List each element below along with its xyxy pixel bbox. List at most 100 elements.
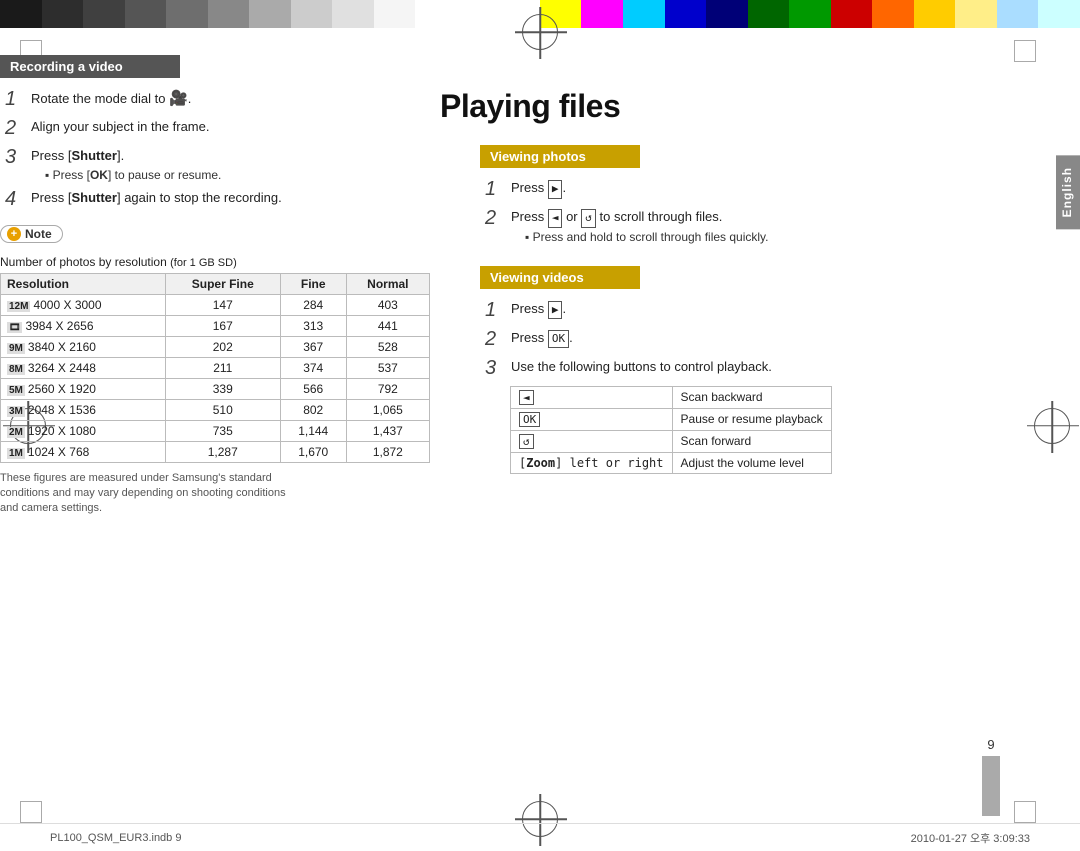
- sf-cell: 167: [165, 315, 280, 336]
- table-row: 1M1024 X 768 1,287 1,670 1,872: [1, 441, 430, 462]
- vv-step-3: 3 Use the following buttons to control p…: [480, 357, 980, 380]
- control-row: ◄ Scan backward: [511, 386, 832, 408]
- vp-step-1: 1 Press ▶.: [480, 178, 980, 201]
- res-cell: 5M2560 X 1920: [1, 378, 166, 399]
- step-4-number: 4: [5, 188, 27, 211]
- sf-cell: 735: [165, 420, 280, 441]
- f-cell: 367: [280, 336, 346, 357]
- step-4: 4 Press [Shutter] again to stop the reco…: [0, 188, 430, 211]
- res-cell: 9M3840 X 2160: [1, 336, 166, 357]
- swatch-9: [332, 0, 374, 28]
- sf-cell: 211: [165, 357, 280, 378]
- corner-reg-tr: [1014, 40, 1036, 62]
- bottom-bar: PL100_QSM_EUR3.indb 9 2010-01-27 오후 3:09…: [0, 823, 1080, 851]
- col-normal: Normal: [346, 273, 429, 294]
- sf-cell: 1,287: [165, 441, 280, 462]
- res-cell: 🎞3984 X 2656: [1, 315, 166, 336]
- table-row: 8M3264 X 2448 211 374 537: [1, 357, 430, 378]
- swatch-lightyellow: [955, 0, 997, 28]
- col-fine: Fine: [280, 273, 346, 294]
- vp-step-2-number: 2: [485, 207, 507, 230]
- f-cell: 1,144: [280, 420, 346, 441]
- swatch-cyan: [623, 0, 665, 28]
- f-cell: 284: [280, 294, 346, 315]
- swatch-11: [415, 0, 457, 28]
- step-2-number: 2: [5, 117, 27, 140]
- sf-cell: 202: [165, 336, 280, 357]
- n-cell: 537: [346, 357, 429, 378]
- step-1-number: 1: [5, 88, 27, 111]
- viewing-videos-section: Viewing videos 1 Press ▶. 2 Press OK. 3 …: [480, 266, 980, 474]
- ctrl-desc: Adjust the volume level: [672, 452, 831, 473]
- n-cell: 792: [346, 378, 429, 399]
- swatch-magenta: [581, 0, 623, 28]
- step-2-content: Align your subject in the frame.: [31, 117, 430, 137]
- swatch-gold: [914, 0, 956, 28]
- table-row: 12M4000 X 3000 147 284 403: [1, 294, 430, 315]
- swatch-10: [374, 0, 416, 28]
- bottom-left-text: PL100_QSM_EUR3.indb 9: [50, 832, 181, 844]
- step-1: 1 Rotate the mode dial to 🎥.: [0, 88, 430, 111]
- page-title: Playing files: [440, 88, 620, 125]
- swatch-lightblue: [997, 0, 1039, 28]
- swatch-lightcyan: [1038, 0, 1080, 28]
- res-cell: 1M1024 X 768: [1, 441, 166, 462]
- n-cell: 1,872: [346, 441, 429, 462]
- res-cell: 8M3264 X 2448: [1, 357, 166, 378]
- viewing-photos-section: Viewing photos 1 Press ▶. 2 Press ◄ or ↺…: [480, 145, 980, 244]
- left-column: Recording a video 1 Rotate the mode dial…: [0, 55, 430, 517]
- control-row: [Zoom] left or right Adjust the volume l…: [511, 452, 832, 473]
- swatch-1: [0, 0, 42, 28]
- step-3-sub: Press [OK] to pause or resume.: [45, 168, 430, 182]
- swatch-gap: [457, 0, 499, 28]
- viewing-videos-header: Viewing videos: [480, 266, 640, 289]
- table-row: 🎞3984 X 2656 167 313 441: [1, 315, 430, 336]
- crosshair-right: [1034, 408, 1070, 444]
- f-cell: 802: [280, 399, 346, 420]
- vv-step-1: 1 Press ▶.: [480, 299, 980, 322]
- step-3-number: 3: [5, 146, 27, 169]
- vv-step-2-number: 2: [485, 328, 507, 351]
- vv-step-3-content: Use the following buttons to control pla…: [511, 357, 980, 377]
- bottom-right-text: 2010-01-27 오후 3:09:33: [911, 830, 1030, 846]
- n-cell: 441: [346, 315, 429, 336]
- step-3: 3 Press [Shutter]. Press [OK] to pause o…: [0, 146, 430, 182]
- page-number-bar: [982, 756, 1000, 816]
- ctrl-btn: [Zoom] left or right: [511, 452, 673, 473]
- ctrl-desc: Scan forward: [672, 430, 831, 452]
- ctrl-btn: ◄: [511, 386, 673, 408]
- ctrl-btn: OK: [511, 408, 673, 430]
- vv-step-1-content: Press ▶.: [511, 299, 980, 320]
- res-cell: 3M2048 X 1536: [1, 399, 166, 420]
- step-3-content: Press [Shutter]. Press [OK] to pause or …: [31, 146, 430, 182]
- swatch-5: [166, 0, 208, 28]
- vv-step-2: 2 Press OK.: [480, 328, 980, 351]
- col-resolution: Resolution: [1, 273, 166, 294]
- right-column: Viewing photos 1 Press ▶. 2 Press ◄ or ↺…: [480, 145, 980, 496]
- vp-step-2-sub: Press and hold to scroll through files q…: [525, 230, 980, 244]
- n-cell: 528: [346, 336, 429, 357]
- sf-cell: 147: [165, 294, 280, 315]
- control-row: ↺ Scan forward: [511, 430, 832, 452]
- f-cell: 313: [280, 315, 346, 336]
- vp-step-1-number: 1: [485, 178, 507, 201]
- table-row: 5M2560 X 1920 339 566 792: [1, 378, 430, 399]
- page-number: 9: [987, 737, 994, 752]
- swatch-green: [748, 0, 790, 28]
- table-row: 9M3840 X 2160 202 367 528: [1, 336, 430, 357]
- note-label: + Note: [0, 225, 63, 243]
- swatch-medgreen: [789, 0, 831, 28]
- step-2: 2 Align your subject in the frame.: [0, 117, 430, 140]
- ctrl-desc: Scan backward: [672, 386, 831, 408]
- swatch-4: [125, 0, 167, 28]
- vp-step-2-content: Press ◄ or ↺ to scroll through files.: [511, 209, 722, 224]
- swatch-blue: [665, 0, 707, 28]
- swatch-red: [831, 0, 873, 28]
- note-box: + Note: [0, 225, 430, 249]
- res-table-section: Number of photos by resolution (for 1 GB…: [0, 255, 430, 517]
- res-cell: 2M1920 X 1080: [1, 420, 166, 441]
- note-icon: +: [7, 227, 21, 241]
- sf-cell: 510: [165, 399, 280, 420]
- vv-step-3-number: 3: [485, 357, 507, 380]
- swatch-3: [83, 0, 125, 28]
